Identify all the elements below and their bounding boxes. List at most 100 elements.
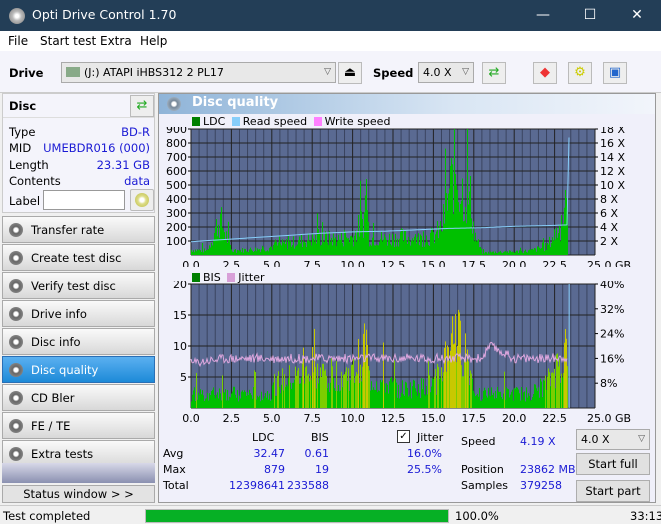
ldc-bar — [544, 251, 545, 255]
bis-bar — [262, 400, 263, 408]
bis-bar — [520, 400, 521, 408]
menu-start-test[interactable]: Start test — [40, 34, 96, 48]
ldc-bar — [497, 253, 498, 255]
bis-bar — [236, 397, 237, 408]
ldc-bar — [361, 211, 362, 255]
nav-fe-te[interactable]: FE / TE — [2, 412, 155, 439]
x-tick-label: 2.5 — [223, 412, 241, 423]
ldc-bar — [195, 249, 196, 255]
ldc-bar — [278, 242, 279, 255]
bis-bar — [530, 400, 531, 408]
nav-label: Verify test disc — [31, 279, 116, 293]
ldc-bar — [462, 178, 463, 255]
nav-cd-bler[interactable]: CD Bler — [2, 384, 155, 411]
refresh-button[interactable]: ⇄ — [482, 62, 506, 84]
test-speed-select[interactable]: 4.0 X ▽ — [576, 429, 650, 450]
samples-value: 379258 — [520, 479, 562, 492]
menu-file[interactable]: File — [8, 34, 28, 48]
ldc-bar — [327, 242, 328, 255]
bis-bar — [299, 383, 300, 408]
ldc-bar — [267, 250, 268, 255]
bis-bar — [535, 384, 536, 408]
ldc-bar — [336, 246, 337, 255]
ldc-bar — [392, 233, 393, 255]
menu-bar: File Start test Extra Help — [0, 31, 661, 51]
ldc-bar — [354, 235, 355, 255]
ldc-bar — [378, 245, 379, 255]
menu-help[interactable]: Help — [140, 34, 167, 48]
nav-label: Create test disc — [31, 251, 122, 265]
close-button[interactable]: ✕ — [614, 0, 660, 31]
minimize-button[interactable]: — — [520, 0, 566, 31]
ldc-bar — [201, 251, 202, 255]
ldc-bar — [383, 239, 384, 255]
ldc-bar — [475, 232, 476, 255]
ldc-bar — [266, 251, 267, 255]
maximize-button[interactable]: ☐ — [567, 0, 613, 31]
bis-bar — [375, 389, 376, 408]
bis-bar — [537, 390, 538, 408]
ldc-bar — [271, 246, 272, 255]
disc-quality-panel: Disc quality LDC Read speed Write speed … — [158, 93, 656, 503]
save-button[interactable]: ▣ — [603, 62, 627, 84]
ldc-bar — [511, 252, 512, 255]
drive-select[interactable]: (J:) ATAPI iHBS312 2 PL17 ▽ — [61, 62, 336, 83]
ldc-bar — [501, 252, 502, 255]
ldc-bar — [239, 250, 240, 255]
bis-bar — [353, 358, 354, 408]
bis-bar — [398, 384, 399, 408]
bis-bar — [476, 395, 477, 408]
bis-bar — [225, 389, 226, 408]
nav-transfer-rate[interactable]: Transfer rate — [2, 216, 155, 243]
status-window-button[interactable]: Status window > > — [2, 485, 155, 503]
disc-label-button[interactable] — [130, 189, 154, 211]
x-tick-label: 22.5 — [542, 412, 567, 423]
bis-bar — [536, 388, 537, 408]
ldc-bar — [476, 241, 477, 255]
bis-bar — [501, 397, 502, 408]
bis-bar — [440, 377, 441, 408]
bis-bar — [194, 387, 195, 408]
nav-disc-quality[interactable]: Disc quality — [2, 356, 155, 383]
nav-drive-info[interactable]: Drive info — [2, 300, 155, 327]
bis-bar — [256, 399, 257, 408]
ldc-bar — [191, 249, 192, 255]
ldc-bar — [435, 234, 436, 255]
menu-extra[interactable]: Extra — [100, 34, 132, 48]
bis-bar — [513, 400, 514, 408]
ldc-bar — [226, 231, 227, 255]
ldc-bar — [493, 251, 494, 255]
ldc-bar — [441, 231, 442, 255]
ldc-bar — [302, 247, 303, 255]
ldc-bar — [471, 218, 472, 255]
ldc-bar — [280, 243, 281, 255]
nav-disc-info[interactable]: Disc info — [2, 328, 155, 355]
jitter-checkbox[interactable]: ✓ — [397, 430, 410, 443]
ldc-bar — [356, 241, 357, 255]
ldc-bar — [240, 249, 241, 255]
start-full-button[interactable]: Start full — [576, 453, 650, 475]
ldc-bar — [257, 248, 258, 255]
start-part-button[interactable]: Start part — [576, 480, 650, 502]
bis-bar — [293, 382, 294, 408]
eject-button[interactable]: ⏏ — [338, 62, 362, 84]
ldc-bar — [198, 250, 199, 255]
ldc-bar — [500, 250, 501, 255]
ldc-bar — [426, 235, 427, 255]
speed-select[interactable]: 4.0 X ▽ — [418, 62, 474, 83]
elapsed-time: 33:13 — [630, 509, 661, 523]
nav-create-test-disc[interactable]: Create test disc — [2, 244, 155, 271]
mid-value: UMEBDR016 (000) — [43, 141, 150, 155]
bis-bar — [437, 363, 438, 408]
settings-button[interactable]: ⚙ — [568, 62, 592, 84]
ldc-bar — [434, 243, 435, 255]
ldc-bar — [192, 251, 193, 255]
ldc-bar — [514, 252, 515, 255]
ldc-bar — [296, 245, 297, 255]
ldc-bar — [247, 251, 248, 255]
jitter-label: Jitter — [417, 431, 444, 444]
nav-verify-test-disc[interactable]: Verify test disc — [2, 272, 155, 299]
disc-refresh-button[interactable]: ⇄ — [130, 95, 154, 117]
label-input[interactable] — [43, 190, 125, 210]
erase-button[interactable]: ◆ — [533, 62, 557, 84]
